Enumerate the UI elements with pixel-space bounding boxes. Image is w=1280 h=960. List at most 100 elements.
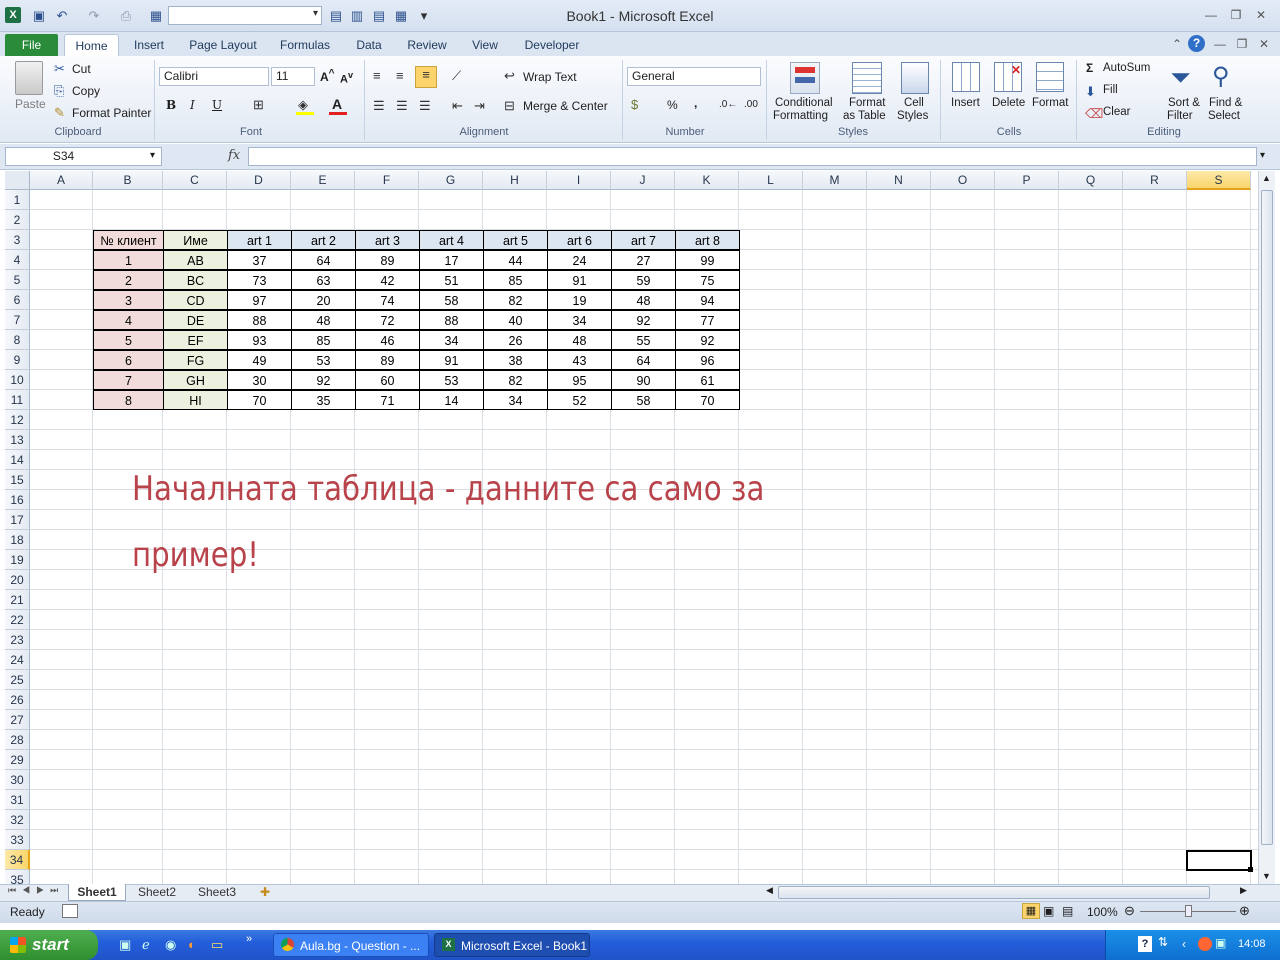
table-cell[interactable]: 34 [483, 390, 548, 410]
table-cell[interactable]: 58 [419, 290, 484, 310]
table-cell[interactable]: EF [163, 330, 228, 350]
row-header[interactable]: 23 [5, 630, 30, 650]
row-header[interactable]: 9 [5, 350, 30, 370]
conditional-formatting-label-2[interactable]: Formatting [773, 110, 828, 122]
tray-expand-icon[interactable]: ‹ [1182, 937, 1186, 951]
table-cell[interactable]: 34 [419, 330, 484, 350]
table-cell[interactable]: 74 [355, 290, 420, 310]
sheet-tab-3[interactable]: Sheet3 [188, 884, 246, 901]
align-center-icon[interactable]: ☰ [396, 98, 408, 114]
table-cell[interactable]: 70 [675, 390, 740, 410]
taskbar-item-aula[interactable]: Aula.bg - Question - ... [273, 933, 429, 957]
table-header-cell[interactable]: art 4 [419, 230, 484, 250]
row-header[interactable]: 14 [5, 450, 30, 470]
tab-review[interactable]: Review [402, 34, 452, 56]
autosum-button[interactable]: AutoSum [1103, 62, 1150, 74]
clear-button[interactable]: Clear [1103, 106, 1130, 118]
zoom-slider-thumb[interactable] [1185, 905, 1192, 917]
taskbar-item-excel[interactable]: Microsoft Excel - Book1 [434, 933, 590, 957]
tab-home[interactable]: Home [64, 34, 119, 56]
table-cell[interactable]: 92 [675, 330, 740, 350]
table-cell[interactable]: 3 [93, 290, 164, 310]
sheet-nav-arrows[interactable]: ⏮◀▶⏭ [8, 885, 64, 896]
table-cell[interactable]: 96 [675, 350, 740, 370]
cell-styles-label-1[interactable]: Cell [904, 97, 924, 109]
find-label-1[interactable]: Find & [1209, 97, 1242, 109]
table-cell[interactable]: 42 [355, 270, 420, 290]
quicklaunch-firefox-icon[interactable]: ◐ [188, 937, 196, 952]
macro-record-icon[interactable] [62, 904, 78, 918]
tray-help-icon[interactable]: ? [1138, 936, 1152, 952]
comma-button[interactable]: , [694, 96, 697, 110]
scroll-right-icon[interactable]: ▶ [1240, 885, 1247, 896]
table-cell[interactable]: 35 [291, 390, 356, 410]
table-cell[interactable]: 89 [355, 350, 420, 370]
tab-data[interactable]: Data [348, 34, 390, 56]
row-header[interactable]: 7 [5, 310, 30, 330]
table-cell[interactable]: 64 [291, 250, 356, 270]
zoom-level[interactable]: 100% [1087, 905, 1118, 919]
table-cell[interactable]: 53 [419, 370, 484, 390]
insert-function-icon[interactable]: fx [228, 148, 240, 163]
borders-icon[interactable]: ⊞ [253, 97, 264, 113]
table-cell[interactable]: 73 [227, 270, 292, 290]
row-header[interactable]: 16 [5, 490, 30, 510]
bold-button[interactable]: B [166, 98, 176, 112]
find-label-2[interactable]: Select [1208, 110, 1240, 122]
fill-handle[interactable] [1248, 867, 1253, 872]
table-cell[interactable]: DE [163, 310, 228, 330]
table-cell[interactable]: 92 [611, 310, 676, 330]
copy-button[interactable]: Copy [72, 84, 100, 98]
select-all-corner[interactable] [5, 171, 30, 190]
doc-minimize-icon[interactable]: — [1211, 37, 1229, 53]
tab-view[interactable]: View [464, 34, 506, 56]
column-header[interactable]: E [291, 171, 355, 190]
number-format-select[interactable]: General [627, 67, 761, 86]
table-cell[interactable]: 59 [611, 270, 676, 290]
align-middle-icon[interactable]: ≡ [396, 68, 404, 83]
column-header[interactable]: B [93, 171, 163, 190]
help-icon[interactable]: ? [1188, 35, 1205, 52]
table-cell[interactable]: 48 [291, 310, 356, 330]
table-cell[interactable]: 75 [675, 270, 740, 290]
insert-cells-button[interactable]: Insert [951, 97, 980, 109]
row-header[interactable]: 18 [5, 530, 30, 550]
table-cell[interactable]: 95 [547, 370, 612, 390]
column-header[interactable]: H [483, 171, 547, 190]
table-cell[interactable]: 37 [227, 250, 292, 270]
format-painter-button[interactable]: Format Painter [72, 106, 151, 120]
column-header[interactable]: R [1123, 171, 1187, 190]
restore-icon[interactable]: ❐ [1227, 8, 1245, 24]
scroll-left-icon[interactable]: ◀ [766, 885, 773, 896]
row-header[interactable]: 28 [5, 730, 30, 750]
row-header[interactable]: 10 [5, 370, 30, 390]
name-box-dropdown-icon[interactable]: ▾ [150, 150, 155, 161]
table-cell[interactable]: 2 [93, 270, 164, 290]
decrease-decimal-icon[interactable]: .00 [744, 99, 758, 110]
table-cell[interactable]: 30 [227, 370, 292, 390]
underline-button[interactable]: U [212, 98, 222, 112]
shrink-font-icon[interactable]: Av [340, 70, 353, 86]
normal-view-icon[interactable]: ▦ [1022, 903, 1040, 919]
table-cell[interactable]: 60 [355, 370, 420, 390]
table-header-cell[interactable]: art 1 [227, 230, 292, 250]
table-cell[interactable]: 64 [611, 350, 676, 370]
table-cell[interactable]: 99 [675, 250, 740, 270]
italic-button[interactable]: I [190, 98, 195, 112]
row-header[interactable]: 8 [5, 330, 30, 350]
cut-button[interactable]: Cut [72, 62, 91, 76]
row-header[interactable]: 35 [5, 870, 30, 884]
table-cell[interactable]: 91 [419, 350, 484, 370]
row-header[interactable]: 21 [5, 590, 30, 610]
row-header[interactable]: 29 [5, 750, 30, 770]
column-header[interactable]: P [995, 171, 1059, 190]
tray-network-icon[interactable]: ⇅ [1158, 935, 1168, 949]
zoom-out-icon[interactable]: ⊖ [1124, 903, 1135, 919]
column-header[interactable]: S [1187, 171, 1251, 190]
table-cell[interactable]: 52 [547, 390, 612, 410]
table-cell[interactable]: 70 [227, 390, 292, 410]
sheet-tab-2[interactable]: Sheet2 [128, 884, 186, 901]
table-header-cell[interactable]: art 7 [611, 230, 676, 250]
paste-icon[interactable] [15, 61, 43, 95]
table-cell[interactable]: 48 [611, 290, 676, 310]
